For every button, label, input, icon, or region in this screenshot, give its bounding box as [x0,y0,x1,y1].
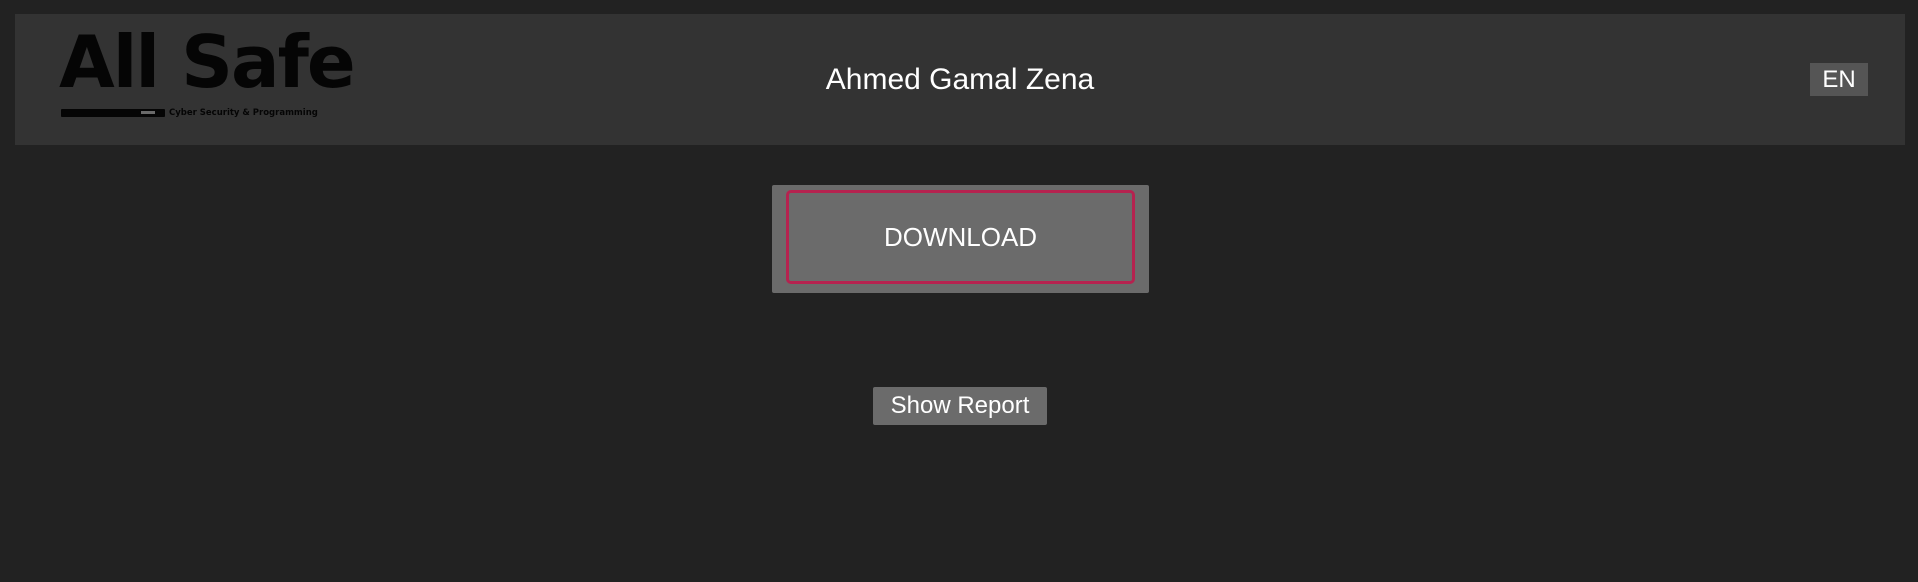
logo-underline-bar [61,109,165,117]
show-report-button[interactable]: Show Report [873,387,1047,425]
language-button[interactable]: EN [1810,63,1868,96]
download-button[interactable]: DOWNLOAD [786,190,1135,284]
download-panel: DOWNLOAD [772,185,1149,293]
logo-bar-mark [141,111,155,114]
site-header: All Safe Cyber Security & Programming Ah… [15,14,1905,145]
logo-tagline: Cyber Security & Programming [169,108,318,118]
page-title: Ahmed Gamal Zena [825,63,1095,96]
